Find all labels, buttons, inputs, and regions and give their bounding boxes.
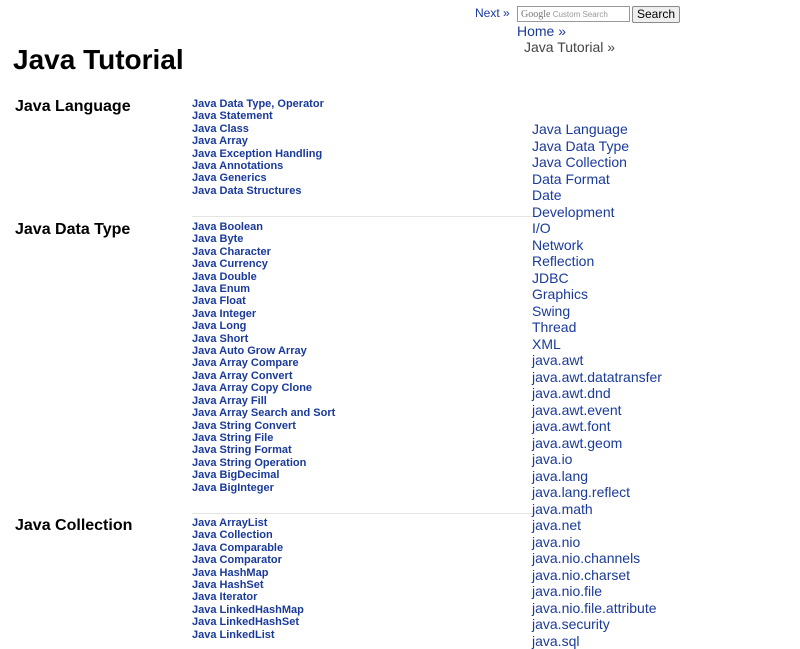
section-link[interactable]: Java Iterator [192, 591, 304, 603]
section-link[interactable]: Java Short [192, 333, 335, 345]
right-nav-item[interactable]: XML [532, 336, 662, 353]
section-link[interactable]: Java ArrayList [192, 517, 304, 529]
section-link[interactable]: Java Integer [192, 308, 335, 320]
right-nav-item[interactable]: java.awt.dnd [532, 385, 662, 402]
search-placeholder: Custom Search [553, 10, 608, 19]
section-link[interactable]: Java Long [192, 320, 335, 332]
search-button[interactable]: Search [632, 6, 680, 23]
breadcrumb-current: Java Tutorial » [524, 39, 615, 55]
section-link[interactable]: Java Collection [192, 529, 304, 541]
section-link[interactable]: Java String Format [192, 444, 335, 456]
right-nav-item[interactable]: java.awt.datatransfer [532, 369, 662, 386]
section-link[interactable]: Java LinkedList [192, 629, 304, 641]
section-link[interactable]: Java String Operation [192, 457, 335, 469]
section-link[interactable]: Java Array Compare [192, 357, 335, 369]
section-link[interactable]: Java Generics [192, 172, 324, 184]
section-link[interactable]: Java Comparable [192, 542, 304, 554]
right-nav-item[interactable]: java.net [532, 517, 662, 534]
right-nav-item[interactable]: Java Collection [532, 154, 662, 171]
section-links-java-language: Java Data Type, Operator Java Statement … [192, 98, 324, 197]
section-divider [192, 216, 536, 217]
right-nav-item[interactable]: java.nio.file [532, 583, 662, 600]
right-nav-item[interactable]: java.awt.font [532, 418, 662, 435]
section-link[interactable]: Java HashMap [192, 567, 304, 579]
section-link[interactable]: Java Class [192, 123, 324, 135]
right-nav-item[interactable]: java.io [532, 451, 662, 468]
section-link[interactable]: Java Array Search and Sort [192, 407, 335, 419]
right-nav-item[interactable]: java.security [532, 616, 662, 633]
section-link[interactable]: Java Annotations [192, 160, 324, 172]
right-nav-item[interactable]: java.lang.reflect [532, 484, 662, 501]
next-link[interactable]: Next » [475, 6, 510, 20]
right-nav-item[interactable]: Development [532, 204, 662, 221]
search-input[interactable]: Google Custom Search [517, 6, 630, 22]
right-nav-item[interactable]: Network [532, 237, 662, 254]
right-nav-item[interactable]: java.awt.event [532, 402, 662, 419]
section-link[interactable]: Java Auto Grow Array [192, 345, 335, 357]
section-link[interactable]: Java Array Convert [192, 370, 335, 382]
section-link[interactable]: Java Array Copy Clone [192, 382, 335, 394]
right-nav-item[interactable]: Java Data Type [532, 138, 662, 155]
section-link[interactable]: Java Byte [192, 233, 335, 245]
section-links-java-collection: Java ArrayList Java Collection Java Comp… [192, 517, 304, 641]
section-link[interactable]: Java Comparator [192, 554, 304, 566]
section-link[interactable]: Java LinkedHashSet [192, 616, 304, 628]
section-link[interactable]: Java Character [192, 246, 335, 258]
section-link[interactable]: Java Data Type, Operator [192, 98, 324, 110]
right-nav-item[interactable]: java.lang [532, 468, 662, 485]
right-nav-item[interactable]: java.nio.charset [532, 567, 662, 584]
right-nav-item[interactable]: java.awt [532, 352, 662, 369]
right-nav-item[interactable]: java.nio.channels [532, 550, 662, 567]
section-link[interactable]: Java Enum [192, 283, 335, 295]
section-link[interactable]: Java Array Fill [192, 395, 335, 407]
right-nav-item[interactable]: Graphics [532, 286, 662, 303]
section-links-java-data-type: Java Boolean Java Byte Java Character Ja… [192, 221, 335, 494]
right-nav-item[interactable]: java.nio.file.attribute [532, 600, 662, 617]
section-link[interactable]: Java HashSet [192, 579, 304, 591]
section-link[interactable]: Java String File [192, 432, 335, 444]
section-link[interactable]: Java Currency [192, 258, 335, 270]
section-link[interactable]: Java Double [192, 271, 335, 283]
right-nav-item[interactable]: java.awt.geom [532, 435, 662, 452]
right-nav-item[interactable]: java.math [532, 501, 662, 518]
right-nav-item[interactable]: Reflection [532, 253, 662, 270]
section-link[interactable]: Java BigInteger [192, 482, 335, 494]
breadcrumb-home[interactable]: Home » [517, 23, 566, 39]
right-nav-item[interactable]: Thread [532, 319, 662, 336]
right-nav-item[interactable]: JDBC [532, 270, 662, 287]
google-logo: Google [521, 9, 550, 20]
right-nav-item[interactable]: Data Format [532, 171, 662, 188]
section-divider [192, 513, 536, 514]
right-nav-item[interactable]: Java Language [532, 121, 662, 138]
section-title-java-collection: Java Collection [15, 517, 132, 535]
section-title-java-data-type: Java Data Type [15, 221, 130, 239]
section-link[interactable]: Java Exception Handling [192, 148, 324, 160]
right-nav-item[interactable]: Swing [532, 303, 662, 320]
section-title-java-language: Java Language [15, 98, 131, 116]
section-link[interactable]: Java BigDecimal [192, 469, 335, 481]
right-nav-item[interactable]: Date [532, 187, 662, 204]
right-nav-item[interactable]: java.nio [532, 534, 662, 551]
section-link[interactable]: Java String Convert [192, 420, 335, 432]
section-link[interactable]: Java Boolean [192, 221, 335, 233]
right-nav: Java Language Java Data Type Java Collec… [532, 121, 662, 649]
section-link[interactable]: Java Float [192, 295, 335, 307]
section-link[interactable]: Java Statement [192, 110, 324, 122]
section-link[interactable]: Java Array [192, 135, 324, 147]
right-nav-item[interactable]: I/O [532, 220, 662, 237]
right-nav-item[interactable]: java.sql [532, 633, 662, 649]
section-link[interactable]: Java LinkedHashMap [192, 604, 304, 616]
section-link[interactable]: Java Data Structures [192, 185, 324, 197]
page-title: Java Tutorial [13, 44, 184, 76]
